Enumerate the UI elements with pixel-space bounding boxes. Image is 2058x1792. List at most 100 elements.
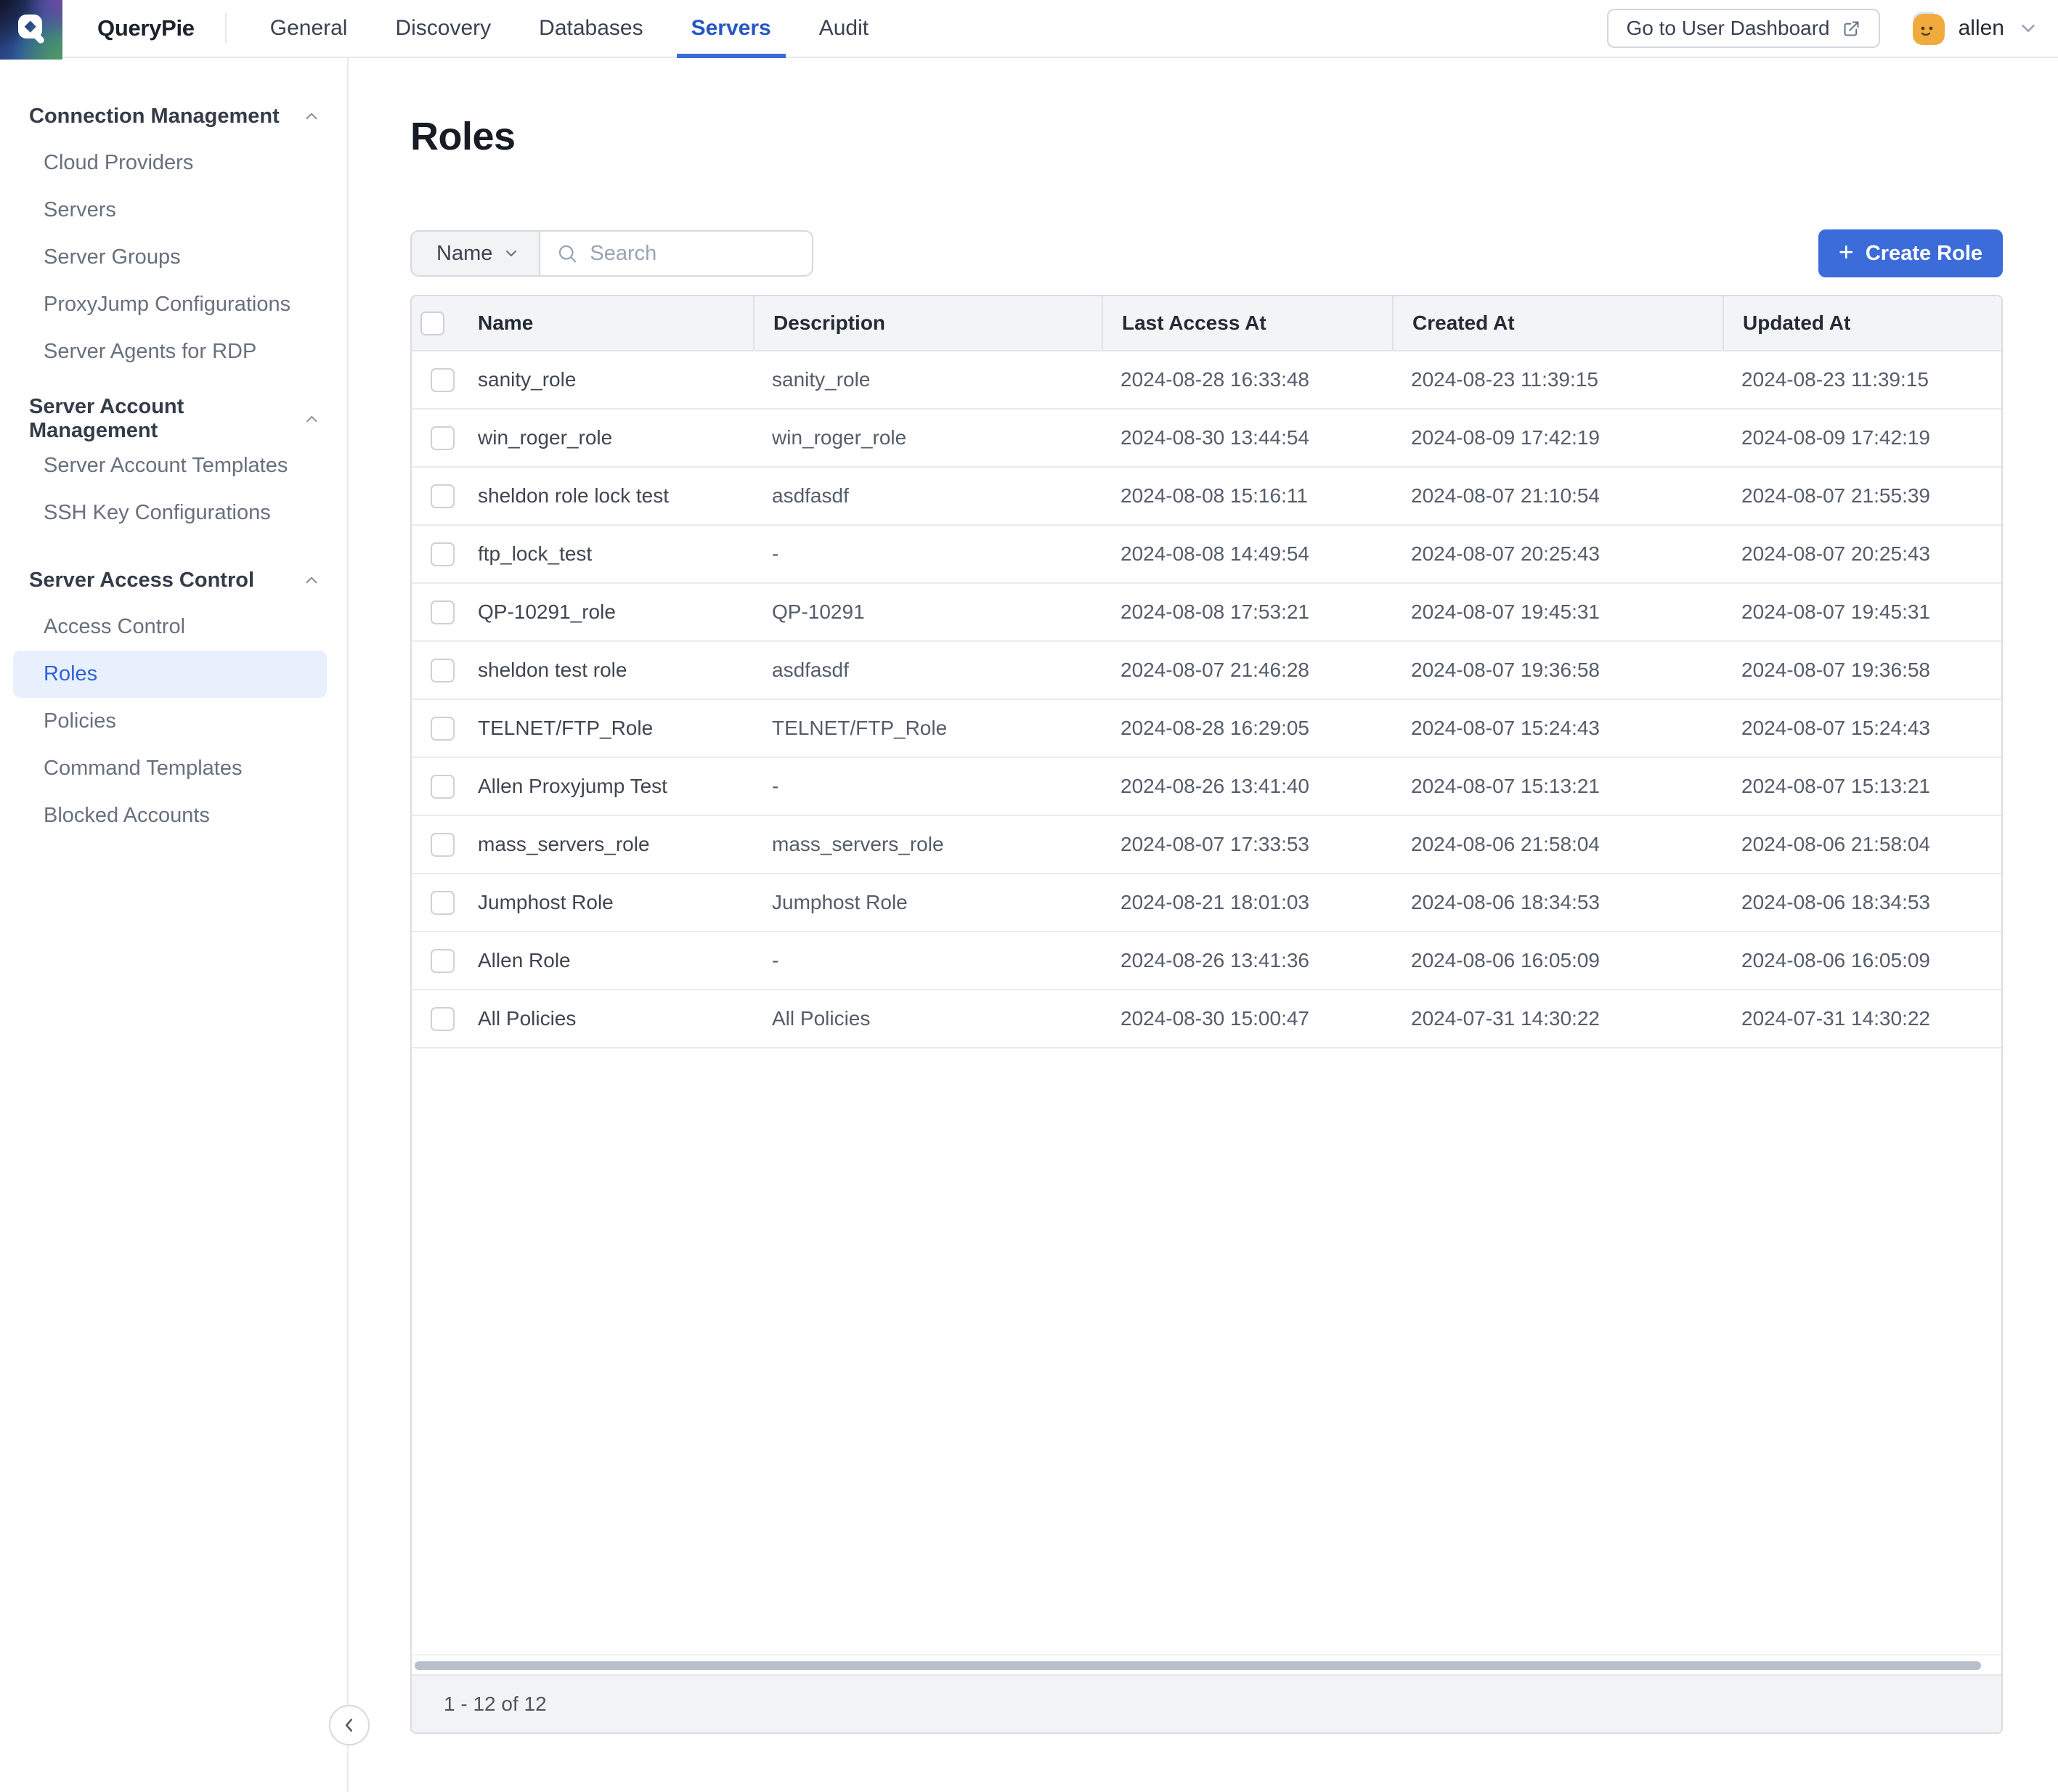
external-link-icon <box>1842 19 1861 38</box>
row-checkbox[interactable] <box>431 833 455 857</box>
scrollbar-thumb[interactable] <box>415 1661 1981 1670</box>
cell-description: - <box>753 758 1102 815</box>
cell-created-at: 2024-08-06 18:34:53 <box>1392 874 1723 931</box>
cell-name: TELNET/FTP_Role <box>466 700 753 757</box>
cell-updated-at: 2024-08-09 17:42:19 <box>1723 410 2004 466</box>
row-checkbox[interactable] <box>431 659 455 683</box>
sidebar-item-server-agents-for-rdp[interactable]: Server Agents for RDP <box>0 328 347 375</box>
row-checkbox[interactable] <box>431 542 455 566</box>
table-row[interactable]: sheldon role lock test asdfasdf 2024-08-… <box>412 468 2001 526</box>
cell-name: Allen Role <box>466 932 753 989</box>
sidebar-section: Server Account Management Server Account… <box>0 396 347 537</box>
sidebar-collapse-button[interactable] <box>329 1705 370 1746</box>
cell-last-access-at: 2024-08-26 13:41:36 <box>1102 932 1392 989</box>
querypie-logo[interactable] <box>0 0 62 60</box>
sidebar-item-cloud-providers[interactable]: Cloud Providers <box>0 139 347 187</box>
table-row[interactable]: Allen Proxyjump Test - 2024-08-26 13:41:… <box>412 758 2001 816</box>
nav-tab-general[interactable]: General <box>256 0 362 57</box>
table-row[interactable]: Allen Role - 2024-08-26 13:41:36 2024-08… <box>412 932 2001 990</box>
cell-updated-at: 2024-08-06 18:34:53 <box>1723 874 2004 931</box>
search-box <box>540 232 813 275</box>
nav-divider <box>225 13 227 44</box>
sidebar-item-server-account-templates[interactable]: Server Account Templates <box>0 442 347 489</box>
search-input[interactable] <box>590 242 813 266</box>
toolbar: Name + Create Role <box>410 229 2003 277</box>
cell-name: ftp_lock_test <box>466 526 753 582</box>
row-checkbox[interactable] <box>431 717 455 741</box>
row-checkbox[interactable] <box>431 368 455 392</box>
roles-table-card: Name Description Last Access At Created … <box>410 295 2003 1734</box>
table-row[interactable]: QP-10291_role QP-10291 2024-08-08 17:53:… <box>412 584 2001 642</box>
cell-last-access-at: 2024-08-08 15:16:11 <box>1102 468 1392 524</box>
table-row[interactable]: All Policies All Policies 2024-08-30 15:… <box>412 990 2001 1048</box>
sidebar: Connection Management Cloud ProvidersSer… <box>0 58 349 1792</box>
column-header-name[interactable]: Name <box>466 296 753 350</box>
cell-created-at: 2024-08-06 16:05:09 <box>1392 932 1723 989</box>
sidebar-item-ssh-key-configurations[interactable]: SSH Key Configurations <box>0 489 347 537</box>
nav-right: Go to User Dashboard allen <box>1607 0 2039 57</box>
create-role-button[interactable]: + Create Role <box>1818 229 2003 277</box>
cell-last-access-at: 2024-08-21 18:01:03 <box>1102 874 1392 931</box>
filter-field-dropdown[interactable]: Name <box>412 232 540 275</box>
sidebar-item-server-groups[interactable]: Server Groups <box>0 234 347 281</box>
sidebar-item-policies[interactable]: Policies <box>0 698 347 745</box>
cell-created-at: 2024-08-06 21:58:04 <box>1392 816 1723 873</box>
page-title: Roles <box>410 115 2058 158</box>
avatar[interactable] <box>1912 12 1945 45</box>
cell-name: sanity_role <box>466 351 753 408</box>
search-group: Name <box>410 230 813 277</box>
table-row[interactable]: mass_servers_role mass_servers_role 2024… <box>412 816 2001 874</box>
row-checkbox[interactable] <box>431 426 455 450</box>
sidebar-section: Connection Management Cloud ProvidersSer… <box>0 93 347 375</box>
chevron-up-icon <box>302 571 321 590</box>
nav-tab-servers[interactable]: Servers <box>677 0 786 57</box>
column-header-updated-at[interactable]: Updated At <box>1723 296 2004 350</box>
table-row[interactable]: ftp_lock_test - 2024-08-08 14:49:54 2024… <box>412 526 2001 584</box>
go-to-user-dashboard-button[interactable]: Go to User Dashboard <box>1607 9 1879 48</box>
nav-tab-audit[interactable]: Audit <box>805 0 883 57</box>
nav-tab-discovery[interactable]: Discovery <box>381 0 505 57</box>
sidebar-section-header[interactable]: Server Account Management <box>0 396 347 442</box>
nav-tab-databases[interactable]: Databases <box>524 0 657 57</box>
table-row[interactable]: sanity_role sanity_role 2024-08-28 16:33… <box>412 351 2001 410</box>
cell-created-at: 2024-08-07 15:13:21 <box>1392 758 1723 815</box>
row-checkbox[interactable] <box>431 1007 455 1031</box>
row-checkbox[interactable] <box>431 949 455 973</box>
sidebar-item-access-control[interactable]: Access Control <box>0 603 347 651</box>
sidebar-item-proxyjump-configurations[interactable]: ProxyJump Configurations <box>0 281 347 328</box>
column-header-description[interactable]: Description <box>753 296 1102 350</box>
sidebar-item-blocked-accounts[interactable]: Blocked Accounts <box>0 792 347 839</box>
search-icon <box>556 243 578 264</box>
cell-name: sheldon role lock test <box>466 468 753 524</box>
cell-updated-at: 2024-07-31 14:30:22 <box>1723 990 2004 1047</box>
table-row[interactable]: sheldon test role asdfasdf 2024-08-07 21… <box>412 642 2001 700</box>
select-all-checkbox[interactable] <box>420 311 444 335</box>
cell-updated-at: 2024-08-23 11:39:15 <box>1723 351 2004 408</box>
username: allen <box>1959 16 2004 41</box>
cell-name: sheldon test role <box>466 642 753 699</box>
row-checkbox[interactable] <box>431 600 455 624</box>
chevron-up-icon <box>303 410 321 428</box>
cell-updated-at: 2024-08-07 15:24:43 <box>1723 700 2004 757</box>
sidebar-item-roles[interactable]: Roles <box>13 651 327 698</box>
go-to-user-dashboard-label: Go to User Dashboard <box>1626 17 1829 40</box>
sidebar-item-servers[interactable]: Servers <box>0 187 347 234</box>
top-nav: QueryPie GeneralDiscoveryDatabasesServer… <box>0 0 2058 58</box>
sidebar-item-command-templates[interactable]: Command Templates <box>0 745 347 792</box>
table-row[interactable]: win_roger_role win_roger_role 2024-08-30… <box>412 410 2001 468</box>
cell-last-access-at: 2024-08-07 17:33:53 <box>1102 816 1392 873</box>
sidebar-section-header[interactable]: Connection Management <box>0 93 347 139</box>
row-checkbox[interactable] <box>431 775 455 799</box>
column-header-last-access-at[interactable]: Last Access At <box>1102 296 1392 350</box>
sidebar-section-header[interactable]: Server Access Control <box>0 557 347 603</box>
cell-description: - <box>753 526 1102 582</box>
user-menu-chevron[interactable] <box>2017 17 2039 39</box>
cell-description: TELNET/FTP_Role <box>753 700 1102 757</box>
table-row[interactable]: Jumphost Role Jumphost Role 2024-08-21 1… <box>412 874 2001 932</box>
cell-description: Jumphost Role <box>753 874 1102 931</box>
column-header-created-at[interactable]: Created At <box>1392 296 1723 350</box>
row-checkbox[interactable] <box>431 484 455 508</box>
pagination-range: 1 - 12 of 12 <box>444 1693 547 1716</box>
row-checkbox[interactable] <box>431 891 455 915</box>
table-row[interactable]: TELNET/FTP_Role TELNET/FTP_Role 2024-08-… <box>412 700 2001 758</box>
